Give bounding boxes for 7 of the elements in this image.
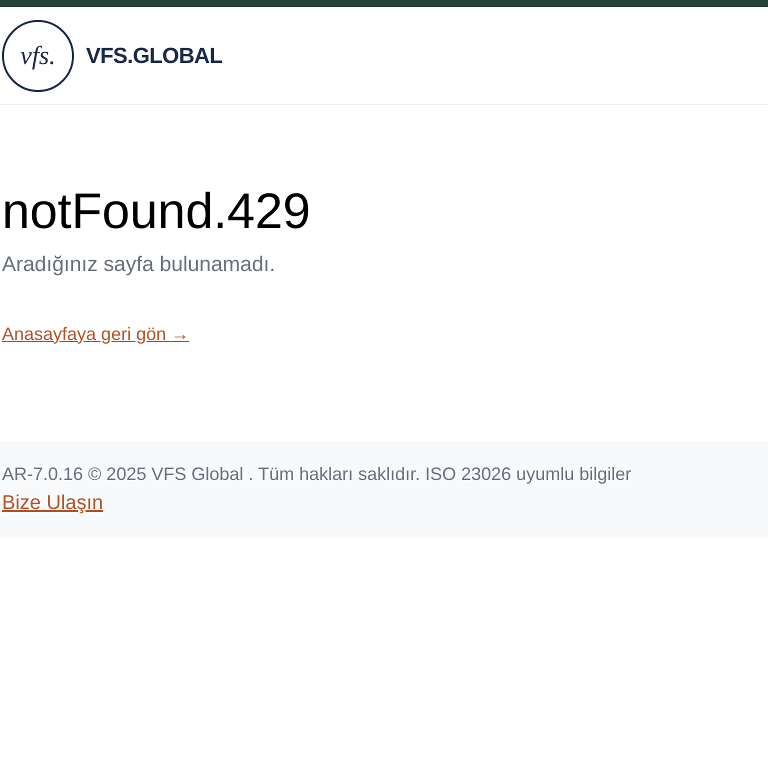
logo-mark[interactable]: vfs. [2, 20, 74, 92]
copyright-text: AR-7.0.16 © 2025 VFS Global . Tüm hakları saklıdır. ISO 23026 uyumlu bilgiler [2, 463, 632, 486]
contact-link[interactable]: Bize Ulaşın [2, 488, 104, 518]
error-message: Aradığınız sayfa bulunamadı. [2, 252, 276, 278]
home-link[interactable]: Anasayfaya geri gön → [2, 320, 190, 348]
logo-text: VFS.GLOBAL [86, 42, 222, 70]
page-title: notFound.429 [2, 182, 312, 241]
